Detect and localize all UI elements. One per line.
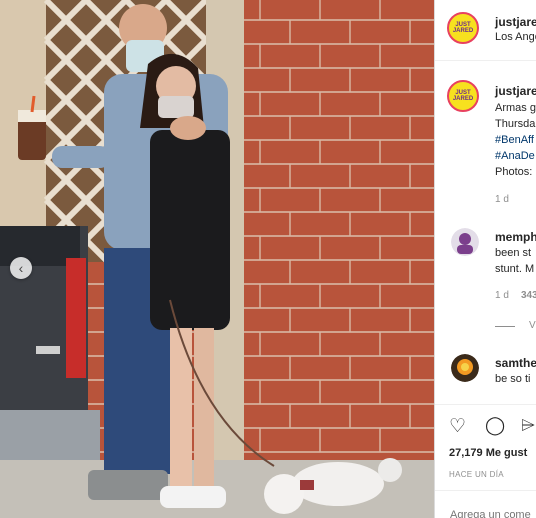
posted-time[interactable]: HACE UN DÍA xyxy=(449,470,504,479)
caption-time[interactable]: 1 d xyxy=(495,194,509,205)
header-divider xyxy=(435,60,536,61)
header-location[interactable]: Los Angeles xyxy=(495,31,536,43)
caption-line: Thursda xyxy=(495,118,536,130)
comment-username[interactable]: samthe xyxy=(495,356,536,370)
view-replies-icon[interactable]: V xyxy=(529,320,536,331)
carousel-prev-button[interactable]: ‹ xyxy=(10,257,32,279)
comment-divider xyxy=(435,490,536,491)
caption-line: Armas g xyxy=(495,102,536,114)
commenter-avatar[interactable] xyxy=(451,228,479,256)
caption-hashtag-link[interactable]: #BenAff xyxy=(495,132,534,148)
justjared-avatar[interactable]: JUST JARED xyxy=(447,12,479,44)
comment-bubble-icon[interactable]: ◯ xyxy=(485,415,505,436)
like-heart-icon[interactable]: ♡ xyxy=(449,415,466,438)
post-sidebar: JUST JARED justjared Los Angeles JUST JA… xyxy=(434,0,536,518)
view-replies-line[interactable] xyxy=(495,326,515,327)
caption-line: Photos: xyxy=(495,166,533,178)
caption-avatar[interactable]: JUST JARED xyxy=(447,80,479,112)
actions-divider xyxy=(435,404,536,405)
brand-logo-text: JUST JARED xyxy=(452,22,474,34)
header-username[interactable]: justjared xyxy=(495,15,536,29)
comment-text: be so ti xyxy=(495,373,531,385)
share-send-icon[interactable]: ⌲ xyxy=(521,415,535,436)
comment-text: been st xyxy=(495,247,532,259)
comment-username[interactable]: memphi xyxy=(495,230,536,244)
comment-text: stunt. M xyxy=(495,263,535,275)
likes-count[interactable]: 27,179 Me gust xyxy=(449,447,527,459)
comment-time[interactable]: 1 d xyxy=(495,290,509,301)
comment-likes-count[interactable]: 343 xyxy=(521,290,536,301)
add-comment-input[interactable] xyxy=(450,509,536,518)
caption-hashtag-link[interactable]: #AnaDe xyxy=(495,148,535,164)
street-photo-illustration xyxy=(0,0,434,518)
caption-brand-logo-text: JUST JARED xyxy=(452,90,474,102)
commenter-avatar[interactable] xyxy=(451,354,479,382)
post-photo: ‹ xyxy=(0,0,434,518)
caption-username[interactable]: justjared xyxy=(495,84,536,98)
